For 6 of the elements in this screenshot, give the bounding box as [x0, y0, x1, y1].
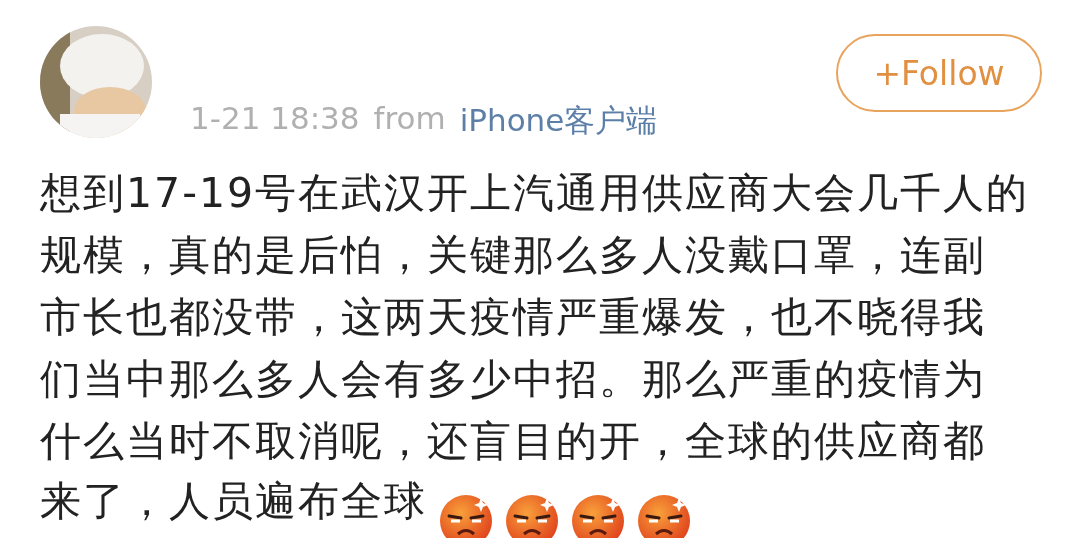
- post-text: 想到17-19号在武汉开上汽通用供应商大会几千人的 规模，真的是后怕，关键那么多人没戴口罩，连副 市长也都没带，这两天疫情严重爆发，也不晓得我 们当中那么多人会有多少中招。那么严重的疫情为 什么当时不取消呢，还盲目的开，全球的供应商都: [40, 168, 1031, 467]
- source-label: from: [373, 100, 446, 138]
- post-text: 来了，人员遍布全球: [40, 476, 427, 527]
- source-link[interactable]: iPhone客户端: [459, 100, 658, 142]
- post-time: 1-21 18:38: [190, 100, 360, 138]
- follow-button[interactable]: +Follow: [836, 34, 1042, 112]
